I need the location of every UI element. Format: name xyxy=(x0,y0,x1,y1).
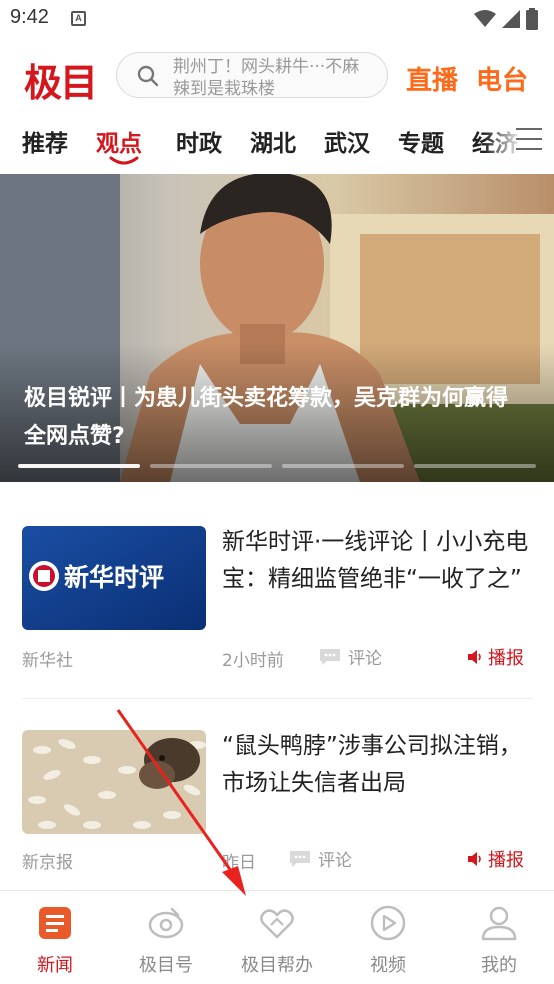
nav-help-label: 极目帮办 xyxy=(241,955,313,976)
carousel-dot xyxy=(282,464,404,468)
status-bar: 9:42 A xyxy=(0,0,554,38)
article-time: 昨日 xyxy=(222,853,256,873)
comment-icon xyxy=(320,648,340,665)
nav-profile[interactable]: 我的 xyxy=(444,891,554,984)
cellular-signal-icon xyxy=(502,10,520,28)
article-source: 新京报 xyxy=(22,853,73,873)
broadcast-button[interactable]: 播报 xyxy=(466,846,524,872)
nav-jimu-account[interactable]: 极目号 xyxy=(111,891,221,984)
radio-button[interactable]: 电台 xyxy=(476,60,528,97)
comment-button[interactable]: 评论 xyxy=(288,846,352,871)
battery-icon xyxy=(526,8,538,30)
carousel-dot xyxy=(414,464,536,468)
thumbnail-caption: 新华时评 xyxy=(64,563,164,592)
search-icon xyxy=(137,65,159,87)
nav-video-label: 视频 xyxy=(370,955,406,976)
article-headline[interactable]: 新华时评·一线评论丨小小充电宝：精细监管绝非“一收了之” xyxy=(222,524,534,598)
app-header: 极目 荆州丁！网头耕牛···不麻辣到是栽珠楼 直播 电台 xyxy=(0,40,554,112)
profile-icon xyxy=(481,906,517,941)
bottom-nav: 新闻 极目号 极目帮办 视频 我的 xyxy=(0,890,554,984)
broadcast-button[interactable]: 播报 xyxy=(466,644,524,670)
article-thumbnail xyxy=(22,730,206,834)
speaker-icon xyxy=(468,852,481,866)
broadcast-label: 播报 xyxy=(488,648,524,669)
tab-opinion[interactable]: 观点 xyxy=(96,124,142,158)
live-button[interactable]: 直播 xyxy=(406,60,458,97)
article-thumbnail: 新华时评 xyxy=(22,526,206,630)
search-placeholder: 荆州丁！网头耕牛···不麻辣到是栽珠楼 xyxy=(173,57,360,96)
tab-special[interactable]: 专题 xyxy=(398,124,444,158)
app-logo: 极目 xyxy=(24,60,98,105)
jimu-account-icon xyxy=(148,907,184,939)
article-source: 新华社 xyxy=(22,651,73,671)
video-play-icon xyxy=(370,905,406,941)
carousel-dot xyxy=(18,464,140,468)
carousel-indicator xyxy=(18,464,536,468)
carousel-dot xyxy=(150,464,272,468)
nav-profile-label: 我的 xyxy=(481,955,517,976)
article-meta: 新华社 2小时前 评论 播报 xyxy=(22,644,534,671)
nav-news[interactable]: 新闻 xyxy=(0,891,110,984)
article-headline[interactable]: “鼠头鸭脖”涉事公司拟注销，市场让失信者出局 xyxy=(222,728,534,802)
hero-carousel[interactable]: 极目锐评丨为患儿街头卖花筹款，吴克群为何赢得全网点赞? xyxy=(0,174,554,482)
status-icons xyxy=(474,8,538,30)
article-meta: 新京报 昨日 评论 播报 xyxy=(22,846,534,873)
comment-label: 评论 xyxy=(348,649,382,669)
broadcast-label: 播报 xyxy=(488,850,524,871)
divider xyxy=(22,698,532,699)
speaker-icon xyxy=(468,650,481,664)
tab-politics[interactable]: 时政 xyxy=(176,124,222,158)
help-handshake-icon xyxy=(260,909,294,939)
nav-jimu-account-label: 极目号 xyxy=(139,955,193,976)
status-time: 9:42 xyxy=(10,6,49,28)
comment-button[interactable]: 评论 xyxy=(318,644,382,669)
tab-wuhan[interactable]: 武汉 xyxy=(324,124,370,158)
comment-icon xyxy=(290,850,310,867)
tab-recommend[interactable]: 推荐 xyxy=(22,124,68,158)
channel-tabs: 推荐 观点 时政 湖北 武汉 专题 经济 xyxy=(0,112,554,168)
news-icon xyxy=(39,907,71,939)
hero-title[interactable]: 极目锐评丨为患儿街头卖花筹款，吴克群为何赢得全网点赞? xyxy=(24,380,524,456)
active-tab-indicator xyxy=(109,156,139,165)
nav-video[interactable]: 视频 xyxy=(333,891,443,984)
nav-news-label: 新闻 xyxy=(37,955,73,976)
notification-a-icon: A xyxy=(71,11,86,26)
menu-icon[interactable] xyxy=(516,128,542,150)
comment-label: 评论 xyxy=(318,851,352,871)
nav-help[interactable]: 极目帮办 xyxy=(222,891,332,984)
article-time: 2小时前 xyxy=(222,651,284,671)
tab-hubei[interactable]: 湖北 xyxy=(250,124,296,158)
search-box[interactable]: 荆州丁！网头耕牛···不麻辣到是栽珠楼 xyxy=(116,52,388,98)
wifi-icon xyxy=(474,10,496,27)
